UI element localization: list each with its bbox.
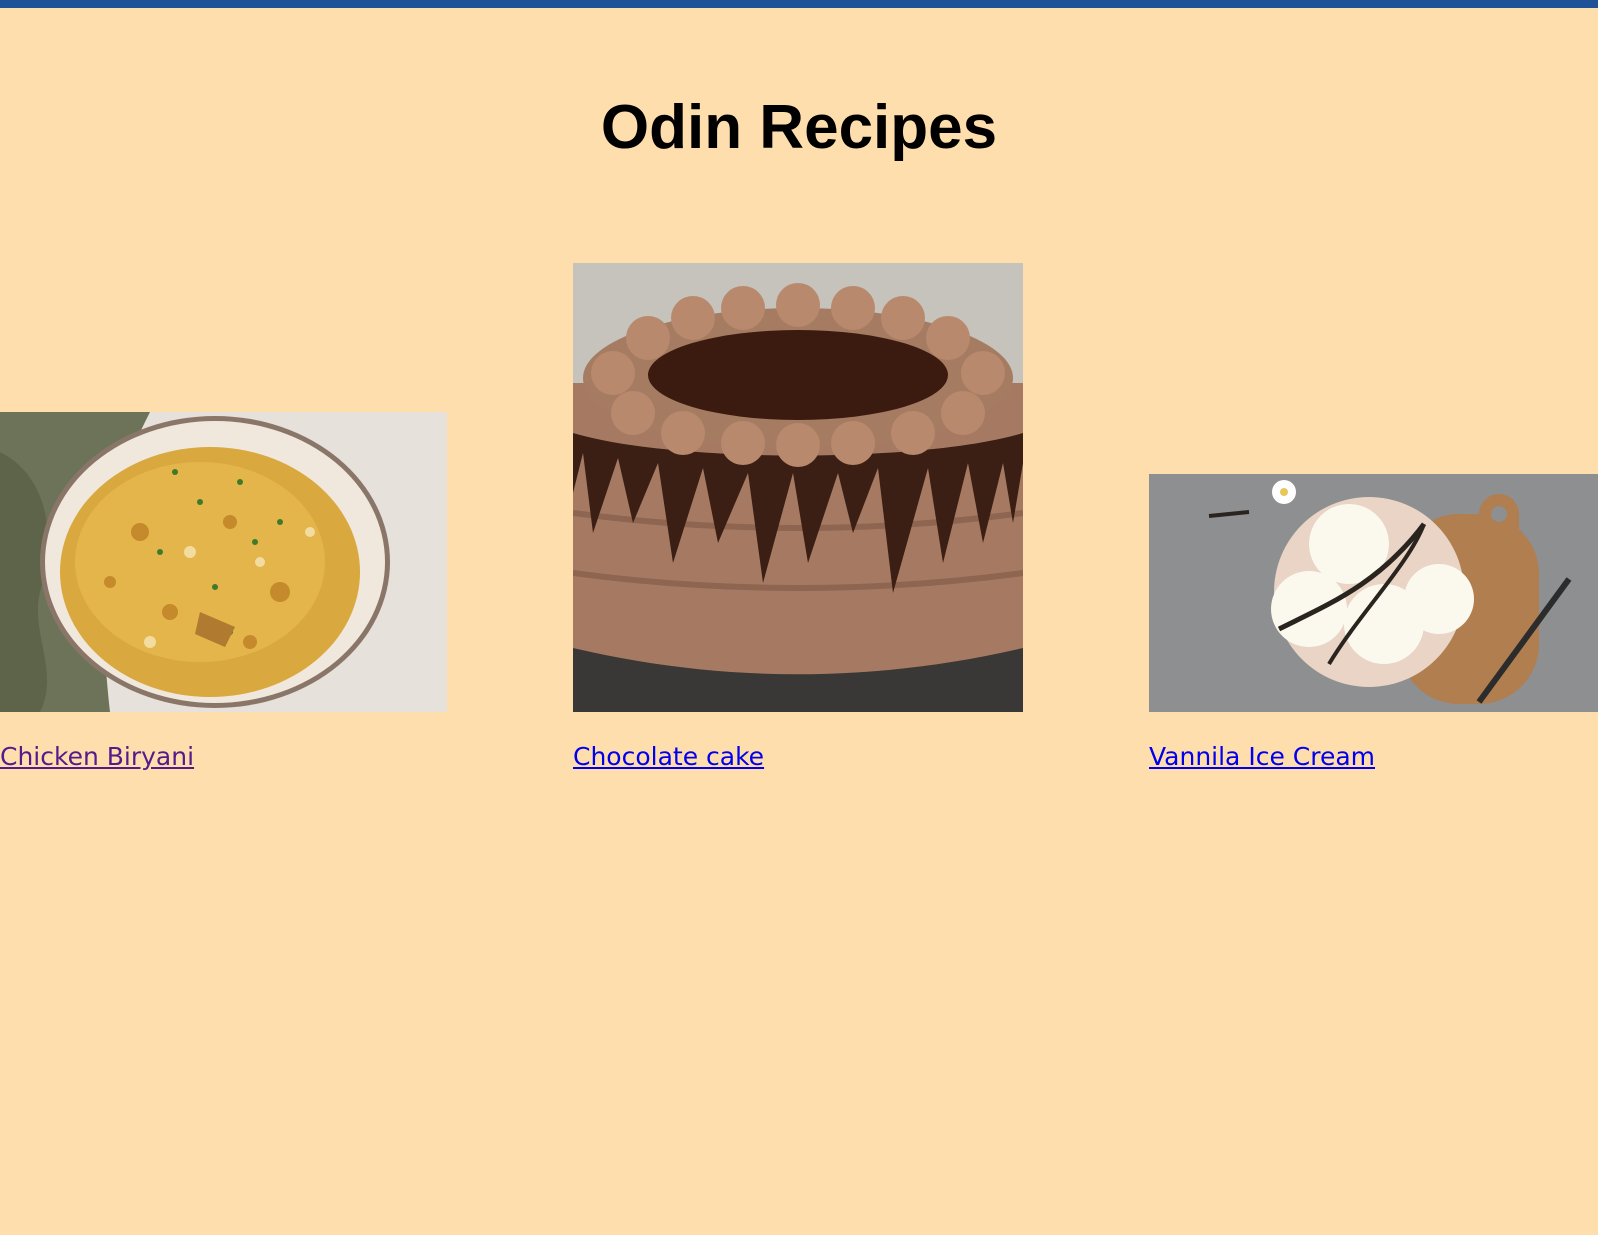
- chocolate-cake-image[interactable]: [573, 263, 1023, 712]
- recipe-link-chicken-biryani[interactable]: Chicken Biryani: [0, 742, 194, 772]
- recipe-link-vanilla-ice-cream[interactable]: Vannila Ice Cream: [1149, 742, 1375, 772]
- page-title: Odin Recipes: [600, 93, 998, 162]
- chicken-biryani-image[interactable]: [0, 412, 447, 712]
- browser-top-bar: [0, 0, 1598, 8]
- vanilla-ice-cream-image[interactable]: [1149, 474, 1598, 712]
- recipe-link-chocolate-cake[interactable]: Chocolate cake: [573, 742, 764, 772]
